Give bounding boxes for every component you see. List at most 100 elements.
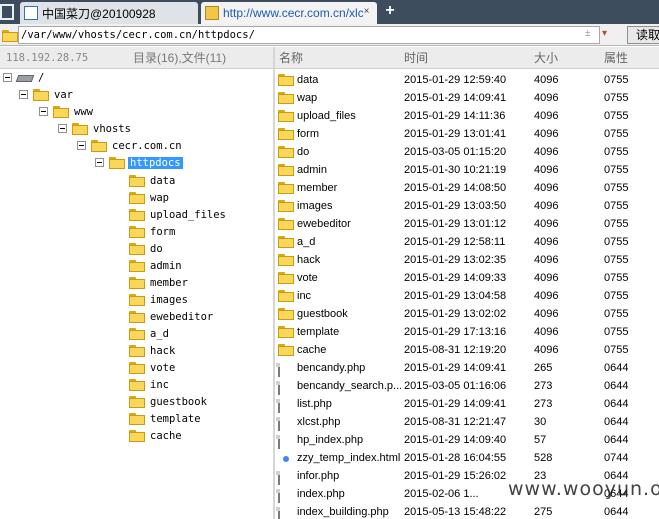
file-name: hp_index.php [297,434,364,446]
table-row[interactable]: upload_files 2015-01-29 14:11:36 4096 0755 [275,107,659,125]
tree-root[interactable]: / [3,69,46,86]
file-perm: 0644 [604,416,629,428]
tree-item-upload_files[interactable]: upload_files [129,206,228,223]
file-name: template [297,326,340,338]
tab-target-site[interactable]: http://www.cecr.com.cn/xlcs... × [201,2,377,24]
file-perm: 0755 [604,326,629,338]
file-time: 2015-01-30 10:21:19 [404,164,507,176]
table-row[interactable]: data 2015-01-29 12:59:40 4096 0755 [275,71,659,89]
close-icon[interactable]: × [360,6,373,19]
file-name: inc [297,290,312,302]
file-name: ewebeditor [297,218,351,230]
column-perm[interactable]: 属性 [604,47,628,69]
collapse-toggle[interactable] [3,73,12,82]
address-bar: /var/www/vhosts/cecr.com.cn/httpdocs/ ± … [0,24,659,46]
tree-item-vhosts[interactable]: vhosts [58,120,133,137]
column-name[interactable]: 名称 [279,47,303,69]
collapse-toggle[interactable] [77,141,86,150]
tree-item-admin[interactable]: admin [129,257,184,274]
tab-caidao[interactable]: 中国菜刀@20100928 [20,2,198,24]
tree-item-member[interactable]: member [129,274,190,291]
table-row[interactable]: images 2015-01-29 13:03:50 4096 0755 [275,197,659,215]
table-row[interactable]: ewebeditor 2015-01-29 13:01:12 4096 0755 [275,215,659,233]
tree-item-label: wap [150,191,169,204]
table-row[interactable]: bencandy.php 2015-01-29 14:09:41 265 0644 [275,359,659,377]
collapse-toggle[interactable] [95,158,104,167]
file-time: 2015-01-29 14:09:41 [404,92,507,104]
collapse-toggle[interactable] [58,124,67,133]
file-icon [278,363,280,377]
table-row[interactable]: admin 2015-01-30 10:21:19 4096 0755 [275,161,659,179]
table-row[interactable]: index_building.php 2015-05-13 15:48:22 275… [275,503,659,519]
tree-item-vote[interactable]: vote [129,359,177,376]
tree-item-www[interactable]: www [39,103,95,120]
tree-header: 118.192.28.75 目录(16),文件(11) [0,47,274,69]
file-size: 4096 [534,254,559,266]
file-time: 2015-01-29 13:01:41 [404,128,507,140]
tree-item-inc[interactable]: inc [129,376,171,393]
tree-item-images[interactable]: images [129,291,190,308]
tree-item-ewebeditor[interactable]: ewebeditor [129,308,215,325]
table-row[interactable]: xlcst.php 2015-08-31 12:21:47 30 0644 [275,413,659,431]
tree-item-label: httpdocs [128,156,183,169]
column-size[interactable]: 大小 [534,47,558,69]
table-row[interactable]: list.php 2015-01-29 14:09:41 273 0644 [275,395,659,413]
history-icon[interactable]: ± [585,28,591,39]
tree-item-label: www [74,105,93,118]
file-name: admin [297,164,327,176]
table-row[interactable]: zzy_temp_index.html 2015-01-28 16:04:55 52… [275,449,659,467]
file-icon [278,489,280,503]
file-time: 2015-03-05 01:15:20 [404,146,507,158]
tree-item-httpdocs[interactable]: httpdocs [95,154,183,171]
tree-item-domain[interactable]: cecr.com.cn [77,137,184,154]
table-row[interactable]: template 2015-01-29 17:13:16 4096 0755 [275,323,659,341]
row-icon [278,505,280,519]
file-time: 2015-01-29 13:02:35 [404,254,507,266]
tree-item-hack[interactable]: hack [129,342,177,359]
file-size: 4096 [534,74,559,86]
file-size: 4096 [534,326,559,338]
tree-item-label: vhosts [93,122,131,135]
table-row[interactable]: bencandy_search.p... 2015-03-05 01:16:06 2… [275,377,659,395]
table-row[interactable]: cache 2015-08-31 12:19:20 4096 0755 [275,341,659,359]
column-time[interactable]: 时间 [404,47,428,69]
table-row[interactable]: form 2015-01-29 13:01:41 4096 0755 [275,125,659,143]
collapse-toggle[interactable] [19,90,28,99]
table-row[interactable]: hp_index.php 2015-01-29 14:09:40 57 0644 [275,431,659,449]
table-row[interactable]: vote 2015-01-29 14:09:33 4096 0755 [275,269,659,287]
tree-item-a_d[interactable]: a_d [129,325,171,342]
table-row[interactable]: do 2015-03-05 01:15:20 4096 0755 [275,143,659,161]
folder-icon [129,378,145,391]
table-row[interactable]: inc 2015-01-29 13:04:58 4096 0755 [275,287,659,305]
folder-icon [53,105,69,118]
tree-item-cache[interactable]: cache [129,427,184,444]
tree-item-template[interactable]: template [129,410,203,427]
file-time: 2015-05-13 15:48:22 [404,506,507,518]
table-row[interactable]: a_d 2015-01-29 12:58:11 4096 0755 [275,233,659,251]
table-row[interactable]: guestbook 2015-01-29 13:02:02 4096 0755 [275,305,659,323]
tree-item-form[interactable]: form [129,223,177,240]
folder-icon [129,412,145,425]
tree-item-data[interactable]: data [129,172,177,189]
folder-icon [129,429,145,442]
tree-item-do[interactable]: do [129,240,165,257]
file-time: 2015-02-06 1... [404,488,479,500]
table-row[interactable]: member 2015-01-29 14:08:50 4096 0755 [275,179,659,197]
table-row[interactable]: wap 2015-01-29 14:09:41 4096 0755 [275,89,659,107]
folder-icon [129,225,145,238]
file-name: bencandy_search.p... [297,380,401,392]
file-perm: 0755 [604,254,629,266]
tree-item-guestbook[interactable]: guestbook [129,393,209,410]
file-perm: 0744 [604,452,629,464]
path-input[interactable]: /var/www/vhosts/cecr.com.cn/httpdocs/ [18,26,600,44]
tree-item-label: admin [150,259,182,272]
tree-item-wap[interactable]: wap [129,189,171,206]
collapse-toggle[interactable] [39,107,48,116]
file-time: 2015-01-29 13:01:12 [404,218,507,230]
read-button[interactable]: 读取 [627,26,659,44]
new-tab-button[interactable]: + [381,1,399,21]
chevron-down-icon[interactable]: ▾ [602,28,607,39]
file-icon [278,417,280,431]
tree-item-var[interactable]: var [19,86,75,103]
table-row[interactable]: hack 2015-01-29 13:02:35 4096 0755 [275,251,659,269]
